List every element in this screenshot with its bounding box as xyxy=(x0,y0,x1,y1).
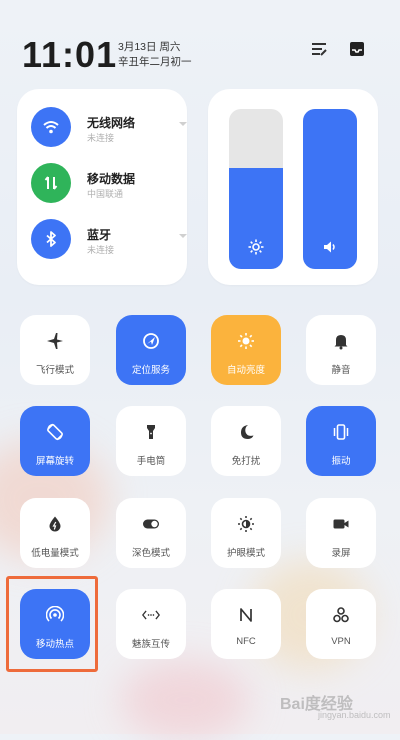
rotate-icon xyxy=(46,423,64,441)
screen-record-icon xyxy=(332,515,350,533)
tile-label: NFC xyxy=(236,636,256,647)
dark-mode-icon xyxy=(142,515,160,533)
tile-label: 定位服务 xyxy=(131,365,170,376)
tile-label: 护眼模式 xyxy=(226,548,265,559)
location-service-toggle[interactable]: 定位服务 xyxy=(116,315,186,385)
bluetooth-title: 蓝牙 xyxy=(87,228,112,242)
tile-label: 自动亮度 xyxy=(226,365,265,376)
tile-label: 静音 xyxy=(331,365,351,376)
vpn-icon xyxy=(332,606,350,624)
tile-label: 振动 xyxy=(331,456,351,467)
vibrate-toggle[interactable]: 振动 xyxy=(306,406,376,476)
bluetooth-row[interactable]: 蓝牙 未连接 xyxy=(31,219,187,265)
moon-icon xyxy=(237,423,255,441)
eye-care-icon xyxy=(237,515,255,533)
nfc-icon xyxy=(237,606,255,624)
screen-rotation-toggle[interactable]: 屏幕旋转 xyxy=(20,406,90,476)
inbox-icon[interactable] xyxy=(348,40,366,58)
bluetooth-icon[interactable] xyxy=(31,219,71,259)
tile-label: 免打扰 xyxy=(231,456,261,467)
tile-label: 飞行模式 xyxy=(35,365,74,376)
battery-saver-icon xyxy=(46,515,64,533)
mobile-data-carrier: 中国联通 xyxy=(87,189,124,199)
vibrate-icon xyxy=(332,423,350,441)
wifi-row[interactable]: 无线网络 未连接 xyxy=(31,107,187,153)
wifi-chevron-down-icon[interactable] xyxy=(179,122,187,126)
mobile-data-icon[interactable] xyxy=(31,163,71,203)
watermark-url: jingyan.baidu.com xyxy=(318,710,391,720)
tile-label: 手电筒 xyxy=(136,456,166,467)
auto-brightness-toggle[interactable]: 自动亮度 xyxy=(211,315,281,385)
wifi-status: 未连接 xyxy=(87,133,115,143)
tile-label: 低电量模式 xyxy=(31,548,79,559)
screen-record-toggle[interactable]: 录屏 xyxy=(306,498,376,568)
dark-mode-toggle[interactable]: 深色模式 xyxy=(116,498,186,568)
vpn-toggle[interactable]: VPN xyxy=(306,589,376,659)
date-gregorian: 3月13日 周六 xyxy=(118,41,181,53)
hotspot-highlight-box xyxy=(6,576,98,672)
brightness-slider[interactable] xyxy=(229,109,283,269)
edit-list-icon[interactable] xyxy=(310,40,328,58)
volume-icon xyxy=(322,239,338,255)
sliders-card xyxy=(208,89,378,285)
location-icon xyxy=(142,332,160,350)
auto-brightness-icon xyxy=(237,332,255,350)
mobile-data-row[interactable]: 移动数据 中国联通 xyxy=(31,163,181,209)
flashlight-icon xyxy=(142,423,160,441)
silent-mode-toggle[interactable]: 静音 xyxy=(306,315,376,385)
tile-label: 屏幕旋转 xyxy=(35,456,74,467)
bluetooth-chevron-down-icon[interactable] xyxy=(179,234,187,238)
bluetooth-status: 未连接 xyxy=(87,245,115,255)
meizu-share-toggle[interactable]: 魅族互传 xyxy=(116,589,186,659)
do-not-disturb-toggle[interactable]: 免打扰 xyxy=(211,406,281,476)
date-lunar: 辛丑年二月初一 xyxy=(118,56,192,68)
airplane-icon xyxy=(46,332,64,350)
date-display: 3月13日 周六 辛丑年二月初一 xyxy=(118,40,192,70)
wifi-title: 无线网络 xyxy=(87,116,136,130)
bell-icon xyxy=(332,332,350,350)
tile-label: 魅族互传 xyxy=(131,639,170,650)
share-icon xyxy=(142,606,160,624)
flashlight-toggle[interactable]: 手电筒 xyxy=(116,406,186,476)
tile-label: VPN xyxy=(331,636,351,647)
volume-slider[interactable] xyxy=(303,109,357,269)
tile-label: 录屏 xyxy=(331,548,351,559)
connectivity-card: 无线网络 未连接 移动数据 中国联通 蓝牙 未连接 xyxy=(17,89,187,285)
eye-care-toggle[interactable]: 护眼模式 xyxy=(211,498,281,568)
brightness-icon xyxy=(248,239,264,255)
clock-time: 11:01 xyxy=(22,34,118,75)
tile-label: 深色模式 xyxy=(131,548,170,559)
nfc-toggle[interactable]: NFC xyxy=(211,589,281,659)
wifi-icon[interactable] xyxy=(31,107,71,147)
mobile-data-title: 移动数据 xyxy=(87,172,136,186)
airplane-mode-toggle[interactable]: 飞行模式 xyxy=(20,315,90,385)
low-battery-mode-toggle[interactable]: 低电量模式 xyxy=(20,498,90,568)
